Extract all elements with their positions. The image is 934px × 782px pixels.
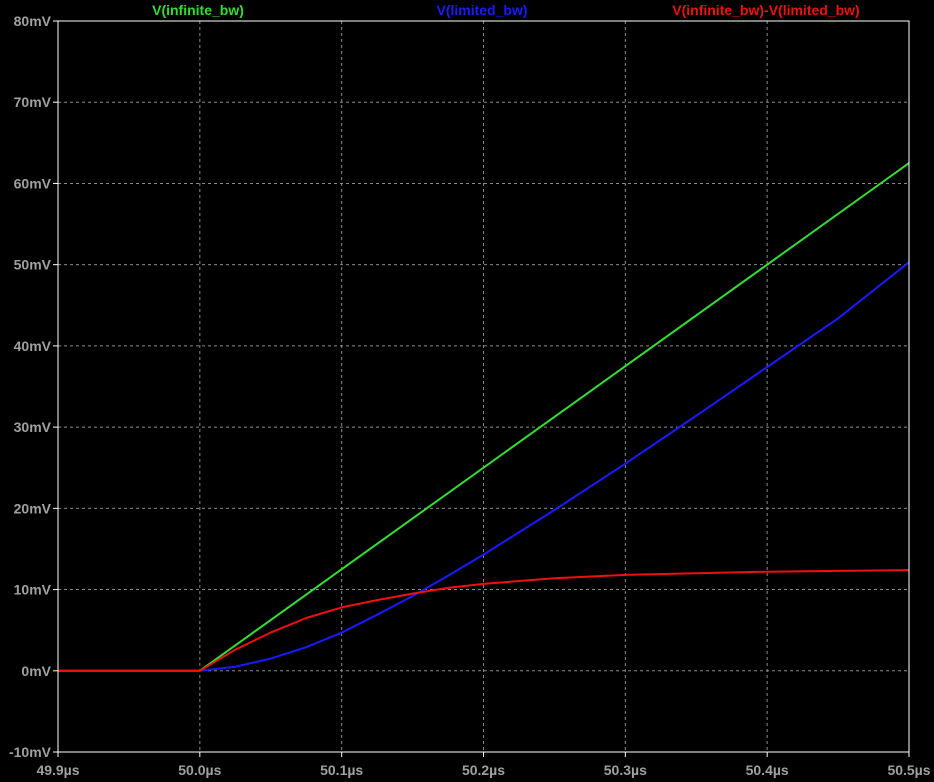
- x-tick-label: 50.1µs: [320, 762, 363, 778]
- y-tick-label: -10mV: [9, 744, 52, 760]
- legend: V(infinite_bw) V(limited_bw) V(infinite_bw…: [152, 2, 860, 18]
- x-tick-label: 50.4µs: [746, 762, 789, 778]
- legend-entry-3[interactable]: V(infinite_bw)-V(limited_bw): [672, 2, 859, 18]
- x-tick-label: 50.3µs: [604, 762, 647, 778]
- y-tick-label: 80mV: [14, 13, 52, 29]
- y-tick-label: 50mV: [14, 257, 52, 273]
- y-tick-label: 20mV: [14, 500, 52, 516]
- grid: [58, 21, 909, 752]
- y-tick-label: 0mV: [21, 663, 51, 679]
- y-tick-label: 60mV: [14, 175, 52, 191]
- axis-ticks: 49.9µs 50.0µs 50.1µs 50.2µs 50.3µs 50.4µs 50.5…: [9, 13, 931, 778]
- y-tick-label: 10mV: [14, 582, 52, 598]
- y-tick-label: 30mV: [14, 419, 52, 435]
- legend-entry-2[interactable]: V(limited_bw): [436, 2, 527, 18]
- legend-entry-1[interactable]: V(infinite_bw): [152, 2, 244, 18]
- x-tick-label: 50.5µs: [887, 762, 930, 778]
- y-tick-label: 70mV: [14, 94, 52, 110]
- x-tick-label: 50.2µs: [462, 762, 505, 778]
- y-tick-label: 40mV: [14, 338, 52, 354]
- waveform-plot: 49.9µs 50.0µs 50.1µs 50.2µs 50.3µs 50.4µs 50.5…: [9, 2, 931, 778]
- x-tick-label: 50.0µs: [178, 762, 221, 778]
- x-tick-label: 49.9µs: [36, 762, 79, 778]
